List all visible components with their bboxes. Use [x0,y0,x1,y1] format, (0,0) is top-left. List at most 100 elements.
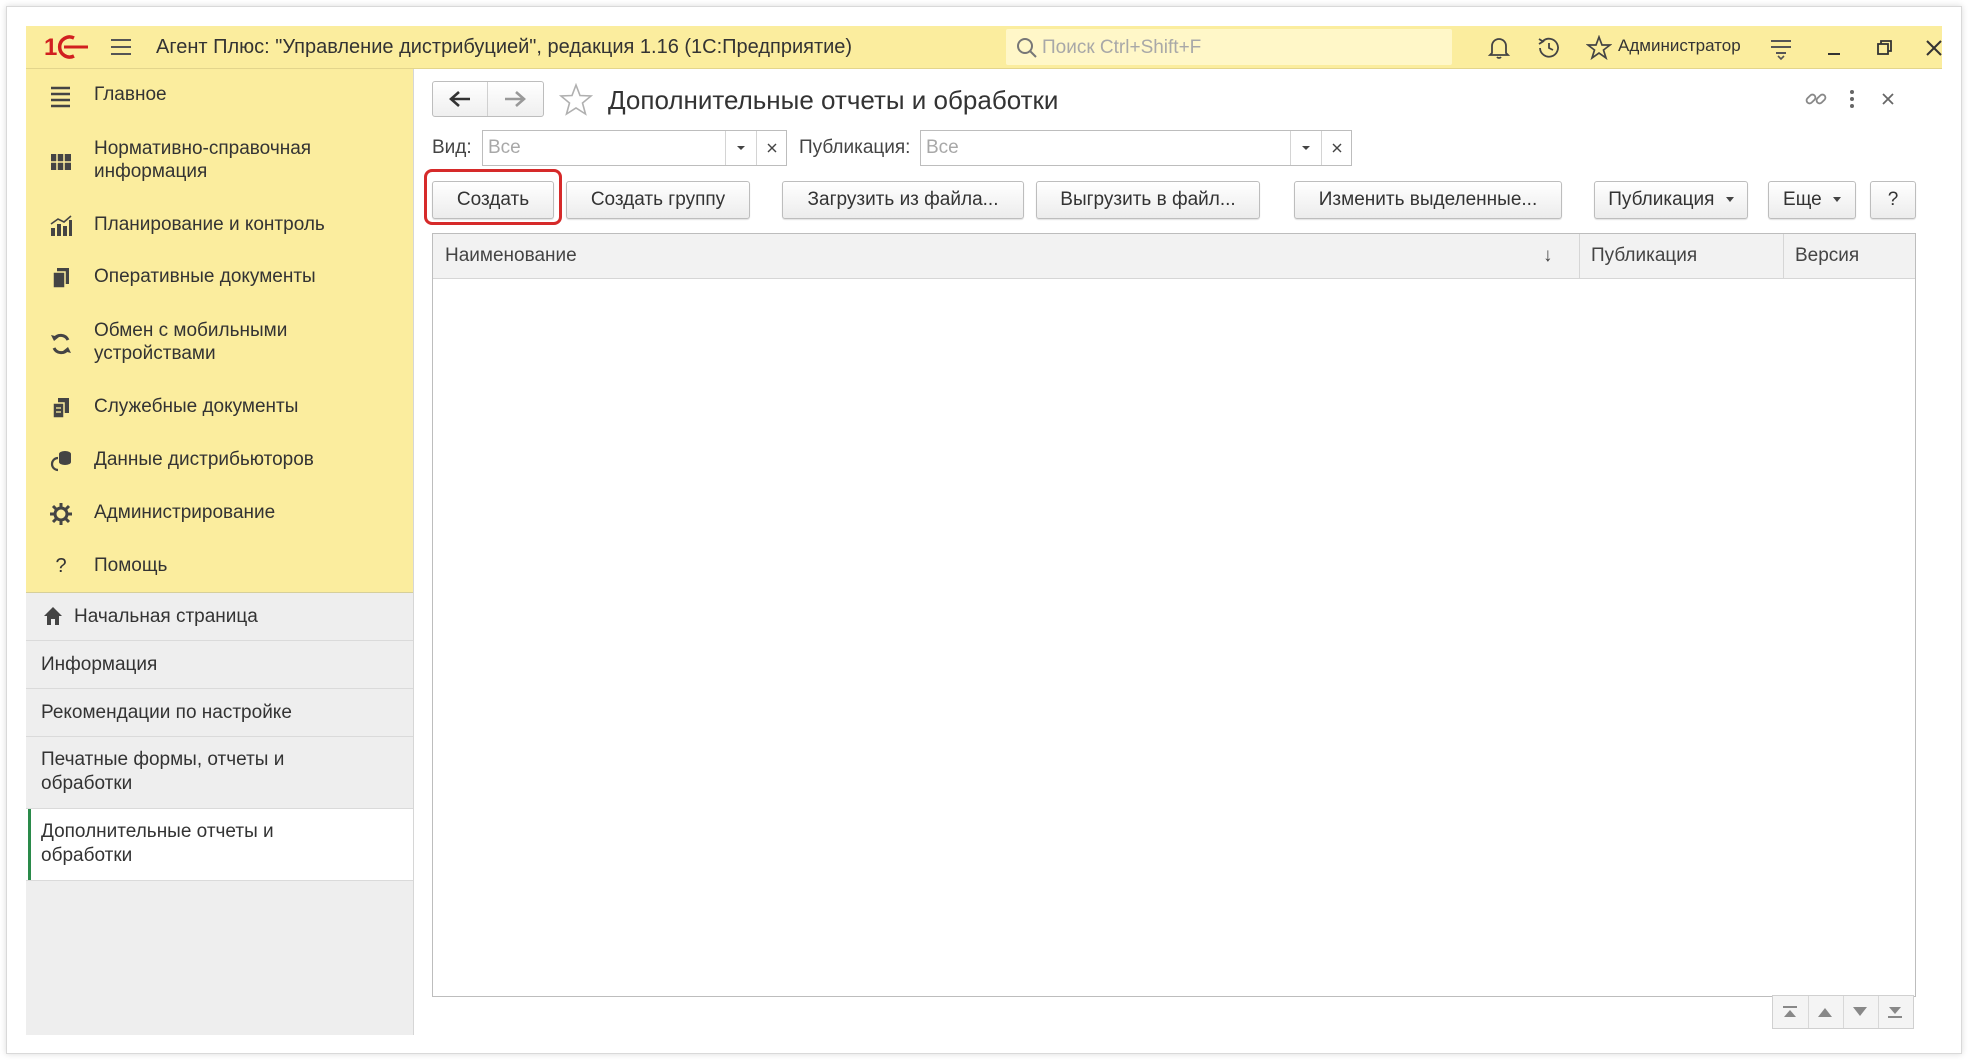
section-distributor-data[interactable]: Данные дистрибьюторов [26,448,413,478]
service-documents-icon [48,395,74,421]
publication-menu-label: Публикация [1608,189,1715,210]
sync-icon [48,331,74,357]
publication-dropdown-button[interactable] [1290,131,1321,165]
search-icon [1017,38,1037,58]
close-form-icon[interactable] [1876,87,1900,111]
back-button[interactable] [433,82,487,116]
publication-clear-button[interactable] [1321,131,1352,165]
favorites-star-icon[interactable] [1585,34,1613,61]
section-service-documents[interactable]: Служебные документы [26,395,413,425]
scroll-up-icon [1818,1008,1832,1017]
chevron-down-icon [1832,197,1841,203]
nav-item-print-forms[interactable]: Печатные формы, отчеты и обработки [26,737,413,809]
link-icon[interactable] [1804,87,1828,111]
close-window-icon[interactable] [1921,35,1947,61]
arrow-right-icon [505,91,526,107]
forward-button[interactable] [488,82,542,116]
1c-logo[interactable]: 1 [44,32,90,62]
vid-label: Вид: [432,137,472,158]
clear-icon [1332,143,1342,153]
menu-icon[interactable] [108,36,134,58]
unload-to-file-button[interactable]: Выгрузить в файл... [1036,181,1260,219]
section-label: Помощь [94,555,168,576]
section-administration[interactable]: Администрирование [26,501,413,531]
nav-label: Информация [41,654,158,675]
more-menu-label: Еще [1783,189,1822,210]
chart-icon [48,213,74,239]
bell-icon[interactable] [1486,35,1512,61]
column-name[interactable]: Наименование [445,234,577,278]
chevron-down-icon [1302,146,1310,150]
vid-dropdown-button[interactable] [725,131,756,165]
sections-panel: Главное Нормативно-справочная информация… [26,69,413,593]
section-mobile-exchange[interactable]: Обмен с мобильными устройствами [26,319,413,369]
more-vertical-icon[interactable] [1840,87,1864,111]
section-planning[interactable]: Планирование и контроль [26,213,413,243]
publication-field[interactable]: Все [920,130,1352,166]
table-scroll-buttons [1772,995,1914,1029]
sort-down-icon[interactable]: ↓ [1543,234,1553,278]
distributors-icon [48,448,74,474]
table-header: Наименование ↓ Публикация Версия [433,234,1915,279]
scroll-down-icon [1853,1007,1867,1016]
settings-menu-icon[interactable] [1768,35,1794,61]
vid-field[interactable]: Все [482,130,787,166]
home-icon [44,607,62,625]
nav-buttons [432,81,544,117]
documents-icon [48,265,74,291]
section-label: Оперативные документы [94,266,316,287]
chevron-down-icon [1725,197,1734,203]
sidebar: Главное Нормативно-справочная информация… [26,69,414,1035]
chevron-down-icon [737,146,745,150]
section-label: Планирование и контроль [94,214,325,235]
restore-icon[interactable] [1872,35,1898,61]
edit-selected-button[interactable]: Изменить выделенные... [1294,181,1562,219]
search-box[interactable] [1006,29,1452,65]
section-label: Служебные документы [94,396,299,417]
publication-value: Все [926,137,959,158]
section-help[interactable]: ? Помощь [26,554,413,584]
username[interactable]: Администратор [1618,36,1741,56]
catalog-icon [48,149,74,175]
history-icon[interactable] [1536,35,1562,61]
load-from-file-button[interactable]: Загрузить из файла... [782,181,1024,219]
nav-item-information[interactable]: Информация [26,641,413,689]
section-label: Обмен с мобильными устройствами [94,320,288,364]
section-label: Администрирование [94,502,276,523]
create-group-button[interactable]: Создать группу [566,181,750,219]
arrow-left-icon [449,91,470,107]
section-label: Данные дистрибьюторов [94,449,314,470]
section-operational-documents[interactable]: Оперативные документы [26,265,413,295]
publication-label: Публикация: [799,137,911,158]
section-reference-info[interactable]: Нормативно-справочная информация [26,137,413,187]
help-button[interactable]: ? [1870,181,1916,219]
search-input[interactable] [1040,34,1444,62]
vid-value: Все [488,137,521,158]
scroll-up-button[interactable] [1808,996,1844,1028]
scroll-to-top-icon [1783,1006,1797,1017]
gear-icon [48,501,74,527]
title-bar: 1 Агент Плюс: "Управление дистрибуцией",… [26,26,1942,69]
more-menu-button[interactable]: Еще [1768,181,1856,219]
nav-item-setup-recommendations[interactable]: Рекомендации по настройке [26,689,413,737]
scroll-to-bottom-icon [1888,1007,1902,1018]
form-area: Дополнительные отчеты и обработки Вид: В… [414,69,1942,1035]
scroll-last-button[interactable] [1878,996,1913,1028]
publication-menu-button[interactable]: Публикация [1594,181,1748,219]
create-button[interactable]: Создать [432,181,554,219]
column-version[interactable]: Версия [1795,234,1859,278]
section-label: Главное [94,84,167,105]
vid-clear-button[interactable] [756,131,787,165]
nav-item-home[interactable]: Начальная страница [26,593,413,641]
scroll-first-button[interactable] [1773,996,1809,1028]
nav-item-additional-reports[interactable]: Дополнительные отчеты и обработки [26,809,413,881]
svg-text:1: 1 [44,34,57,61]
list-icon [48,83,74,109]
column-publication[interactable]: Публикация [1591,234,1697,278]
reports-table[interactable]: Наименование ↓ Публикация Версия [432,233,1916,997]
add-to-favorites-star-icon[interactable] [558,82,594,122]
minimize-icon[interactable] [1822,35,1848,61]
section-label: Нормативно-справочная информация [94,138,312,182]
scroll-down-button[interactable] [1843,996,1879,1028]
section-main[interactable]: Главное [26,83,413,113]
